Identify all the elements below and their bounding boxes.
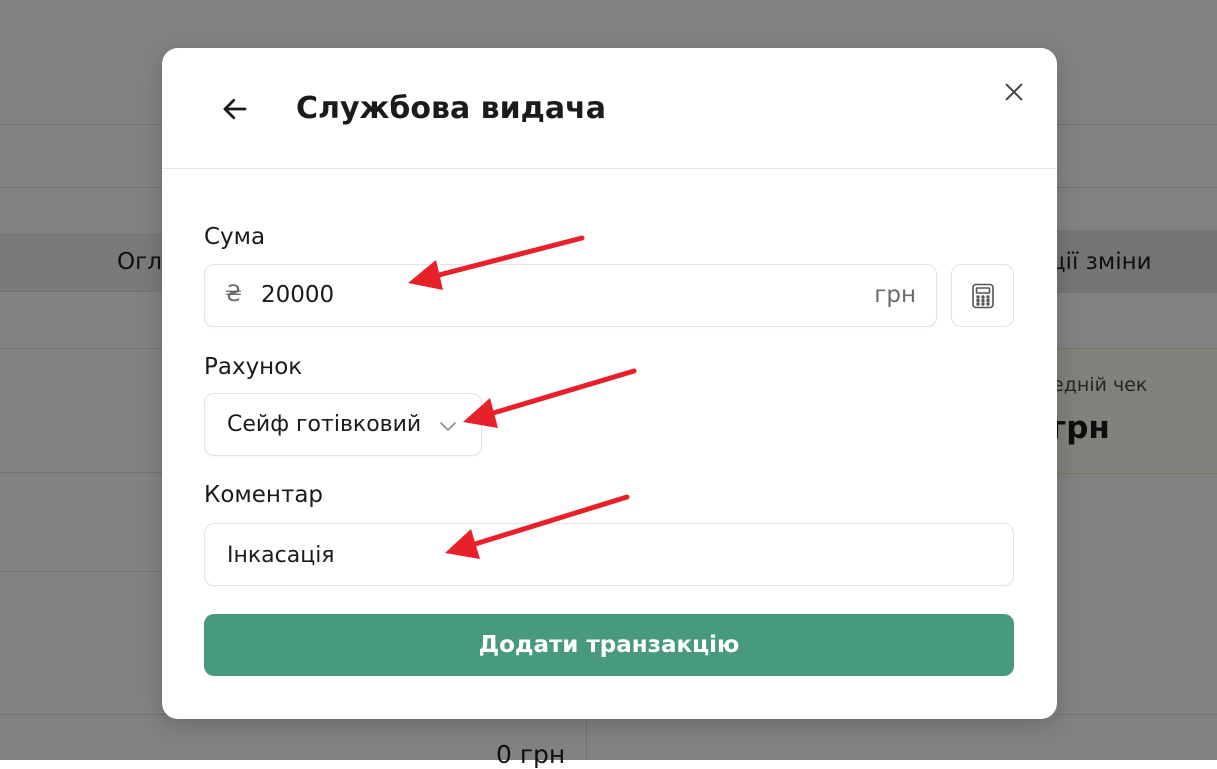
amount-label: Сума — [204, 224, 266, 250]
add-transaction-button[interactable]: Додати транзакцію — [204, 614, 1014, 676]
back-button[interactable] — [214, 88, 256, 130]
hryvnia-icon: ₴ — [225, 282, 243, 307]
calculator-icon — [971, 283, 994, 308]
amount-input[interactable] — [261, 275, 821, 315]
close-button[interactable] — [998, 76, 1030, 108]
chevron-down-icon — [440, 422, 456, 431]
account-label: Рахунок — [204, 354, 303, 380]
amount-unit: грн — [874, 282, 916, 308]
modal-title: Службова видача — [296, 91, 606, 126]
close-icon — [1005, 83, 1023, 101]
calculator-button[interactable] — [951, 264, 1014, 327]
comment-label: Коментар — [204, 482, 324, 508]
account-select[interactable]: Сейф готівковий — [204, 393, 482, 456]
arrow-left-icon — [223, 98, 247, 120]
amount-field[interactable]: ₴ грн — [204, 264, 937, 327]
modal-header: Службова видача — [162, 48, 1057, 169]
account-selected-value: Сейф готівковий — [227, 412, 422, 437]
service-withdrawal-modal: Службова видача Сума ₴ грн Раху — [162, 48, 1057, 719]
comment-input[interactable] — [227, 534, 987, 576]
comment-field[interactable] — [204, 523, 1014, 586]
